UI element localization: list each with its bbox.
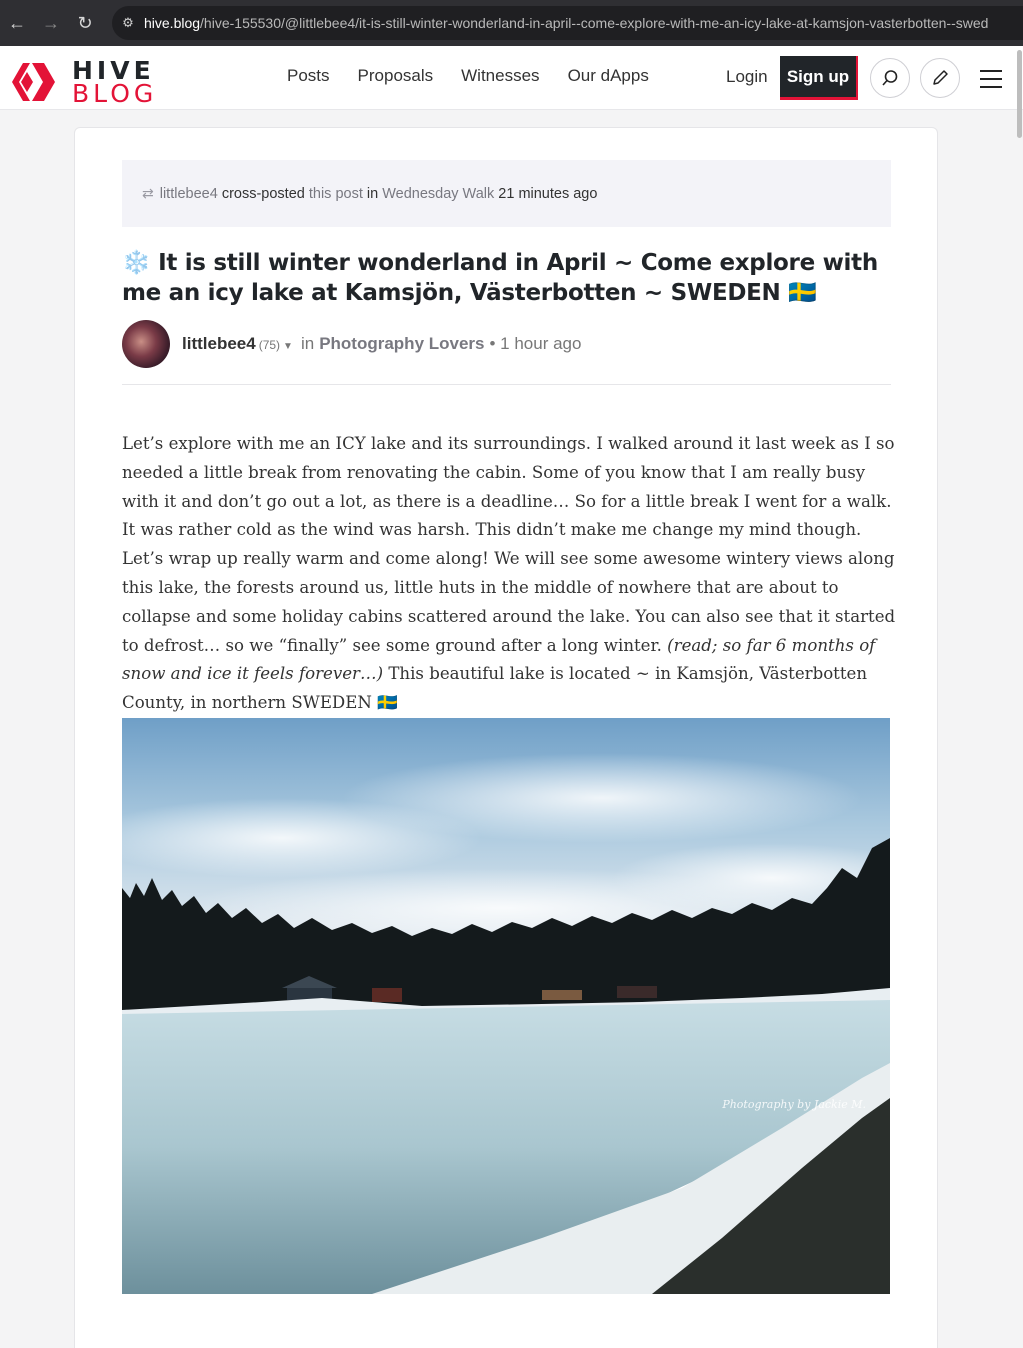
search-icon: [882, 70, 898, 86]
post-body: Let’s explore with me an ICY lake and it…: [122, 430, 897, 718]
login-link[interactable]: Login: [726, 67, 768, 87]
write-post-button[interactable]: [920, 58, 960, 98]
hive-logo-icon: [12, 63, 55, 101]
post-card: ⇄ littlebee4 cross-posted this post in W…: [74, 127, 938, 1348]
main-nav: Posts Proposals Witnesses Our dApps: [287, 66, 649, 86]
url-text: hive.blog/hive-155530/@littlebee4/it-is-…: [144, 15, 989, 31]
snowflake-icon: ❄️: [122, 250, 151, 276]
crosspost-banner: ⇄ littlebee4 cross-posted this post in W…: [122, 160, 891, 227]
crosspost-in-text: in: [366, 185, 379, 202]
community-link[interactable]: Photography Lovers: [319, 334, 484, 354]
post-author-row: littlebee4 (75) ▼ in Photography Lovers …: [122, 320, 581, 368]
signup-button[interactable]: Sign up: [780, 56, 858, 100]
forward-arrow-icon[interactable]: →: [34, 6, 68, 40]
pencil-icon: [933, 70, 948, 85]
in-text: in: [300, 334, 315, 353]
reload-icon[interactable]: ↻: [68, 6, 102, 40]
sweden-flag-icon: 🇸🇪: [377, 693, 398, 713]
nav-proposals[interactable]: Proposals: [358, 66, 434, 86]
lake-photo-illustration: Photography by Jackie M.: [122, 718, 890, 1294]
post-image[interactable]: Photography by Jackie M.: [122, 718, 890, 1294]
logo-wordmark-blog: BLOG: [72, 79, 158, 108]
chevron-down-icon[interactable]: ▼: [283, 341, 293, 352]
author-reputation: (75): [258, 338, 281, 352]
crosspost-time: 21 minutes ago: [498, 185, 598, 202]
avatar[interactable]: [122, 320, 170, 368]
divider: [122, 384, 891, 385]
post-title: ❄️ It is still winter wonderland in Apri…: [122, 248, 892, 308]
scrollbar[interactable]: [1017, 50, 1022, 138]
crosspost-original-link[interactable]: this post: [309, 186, 363, 202]
crosspost-community-link[interactable]: Wednesday Walk: [382, 186, 494, 202]
crosspost-text: cross-posted: [221, 185, 305, 202]
back-arrow-icon[interactable]: ←: [0, 6, 34, 40]
nav-witnesses[interactable]: Witnesses: [461, 66, 539, 86]
hive-blog-logo[interactable]: HIVE BLOG: [10, 58, 157, 106]
menu-icon[interactable]: [980, 70, 1002, 88]
photo-credit: Photography by Jackie M.: [721, 1098, 866, 1111]
nav-our-dapps[interactable]: Our dApps: [568, 66, 649, 86]
author-link[interactable]: littlebee4: [182, 334, 256, 354]
post-body-text: Let’s explore with me an ICY lake and it…: [122, 434, 896, 655]
post-title-text: It is still winter wonderland in April ~…: [122, 250, 878, 306]
crosspost-author-link[interactable]: littlebee4: [160, 186, 218, 202]
sweden-flag-icon: 🇸🇪: [788, 280, 817, 306]
shuffle-icon: ⇄: [142, 185, 154, 201]
address-bar[interactable]: ⚙ hive.blog/hive-155530/@littlebee4/it-i…: [112, 6, 1023, 40]
post-time: • 1 hour ago: [489, 334, 582, 353]
browser-toolbar: ← → ↻ ⚙ hive.blog/hive-155530/@littlebee…: [0, 0, 1023, 46]
search-button[interactable]: [870, 58, 910, 98]
nav-posts[interactable]: Posts: [287, 66, 330, 86]
site-settings-icon[interactable]: ⚙: [112, 15, 144, 31]
site-header: HIVE BLOG Posts Proposals Witnesses Our …: [0, 46, 1023, 110]
